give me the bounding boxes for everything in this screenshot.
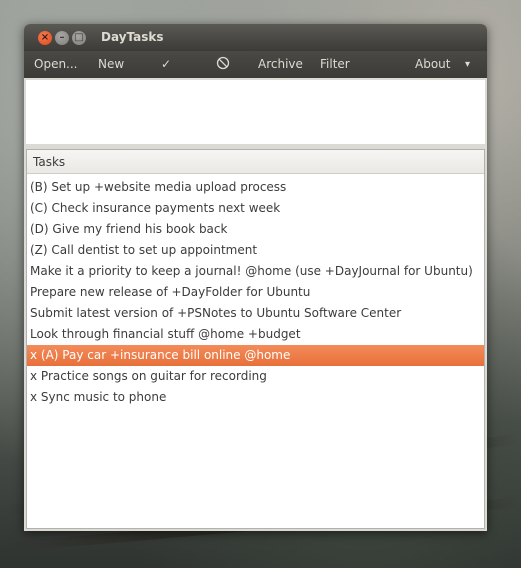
complete-checkmark-icon[interactable]: ✓ [161, 57, 171, 71]
task-row[interactable]: Prepare new release of +DayFolder for Ub… [27, 282, 484, 303]
new-button[interactable]: New [98, 57, 124, 71]
window-bottom-edge [24, 529, 487, 531]
task-row[interactable]: (D) Give my friend his book back [27, 219, 484, 240]
tasks-column-header[interactable]: Tasks [27, 150, 484, 174]
maximize-icon[interactable]: □ [72, 31, 86, 45]
task-row[interactable]: Submit latest version of +PSNotes to Ubu… [27, 303, 484, 324]
task-row[interactable]: x (A) Pay car +insurance bill online @ho… [27, 345, 484, 366]
task-row[interactable]: x Sync music to phone [27, 387, 484, 408]
minimize-icon[interactable]: – [55, 31, 69, 45]
titlebar[interactable]: × – □ DayTasks [24, 24, 487, 51]
filter-button[interactable]: Filter [320, 57, 350, 71]
chevron-down-icon[interactable]: ▾ [465, 59, 470, 70]
app-window: × – □ DayTasks Open... New ✓ Archive Fil… [24, 24, 487, 531]
task-row[interactable]: x Practice songs on guitar for recording [27, 366, 484, 387]
cancel-circle-icon[interactable] [216, 56, 230, 73]
toolbar: Open... New ✓ Archive Filter About ▾ [24, 51, 487, 78]
archive-button[interactable]: Archive [258, 57, 303, 71]
task-row[interactable]: (C) Check insurance payments next week [27, 198, 484, 219]
task-row[interactable]: Make it a priority to keep a journal! @h… [27, 261, 484, 282]
task-entry-area[interactable] [26, 80, 485, 144]
task-list-view: Tasks (B) Set up +website media upload p… [26, 149, 485, 529]
cancel-icon [216, 56, 230, 70]
task-row[interactable]: Look through financial stuff @home +budg… [27, 324, 484, 345]
close-icon[interactable]: × [38, 31, 52, 45]
open-button[interactable]: Open... [34, 57, 78, 71]
tasks-header-label: Tasks [33, 155, 66, 169]
task-row[interactable]: (B) Set up +website media upload process [27, 177, 484, 198]
about-button[interactable]: About [415, 57, 450, 71]
task-row[interactable]: (Z) Call dentist to set up appointment [27, 240, 484, 261]
task-list: (B) Set up +website media upload process… [27, 177, 484, 408]
window-title: DayTasks [101, 30, 164, 44]
